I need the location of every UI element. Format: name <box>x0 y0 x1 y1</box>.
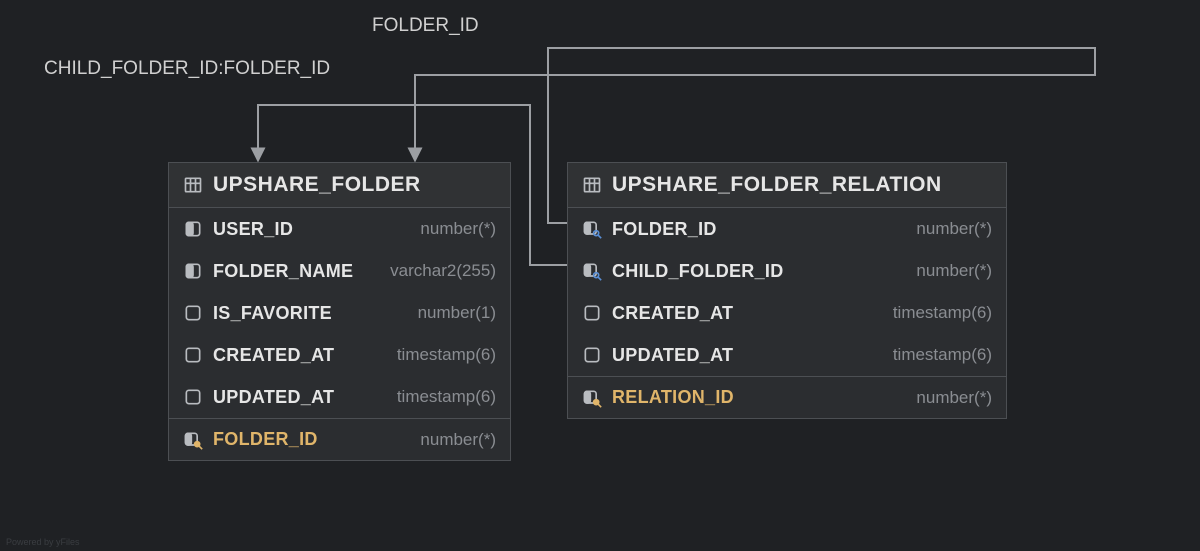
column-row[interactable]: USER_ID number(*) <box>169 208 510 250</box>
column-icon <box>183 303 203 323</box>
column-notnull-icon <box>183 261 203 281</box>
column-notnull-icon <box>183 219 203 239</box>
column-name: FOLDER_ID <box>612 219 717 240</box>
column-type: timestamp(6) <box>893 303 992 323</box>
relationship-label-folder-id: FOLDER_ID <box>372 15 479 37</box>
column-icon <box>183 387 203 407</box>
column-type: timestamp(6) <box>397 387 496 407</box>
column-row-pk[interactable]: RELATION_ID number(*) <box>568 376 1006 418</box>
column-name: RELATION_ID <box>612 387 734 408</box>
table-upshare-folder[interactable]: UPSHARE_FOLDER USER_ID number(*) FOLDER_… <box>168 162 511 461</box>
column-row[interactable]: UPDATED_AT timestamp(6) <box>568 334 1006 376</box>
primary-key-icon <box>183 430 203 450</box>
table-header: UPSHARE_FOLDER <box>169 163 510 208</box>
column-row[interactable]: CREATED_AT timestamp(6) <box>169 334 510 376</box>
column-row[interactable]: IS_FAVORITE number(1) <box>169 292 510 334</box>
column-name: UPDATED_AT <box>213 387 334 408</box>
column-row[interactable]: FOLDER_NAME varchar2(255) <box>169 250 510 292</box>
column-row[interactable]: CREATED_AT timestamp(6) <box>568 292 1006 334</box>
column-name: USER_ID <box>213 219 293 240</box>
table-icon <box>183 175 203 195</box>
column-type: timestamp(6) <box>397 345 496 365</box>
column-type: number(*) <box>420 219 496 239</box>
table-header: UPSHARE_FOLDER_RELATION <box>568 163 1006 208</box>
diagram-canvas: FOLDER_ID CHILD_FOLDER_ID:FOLDER_ID UPSH… <box>0 0 1200 551</box>
column-icon <box>582 303 602 323</box>
column-row-pk[interactable]: FOLDER_ID number(*) <box>169 418 510 460</box>
column-row[interactable]: UPDATED_AT timestamp(6) <box>169 376 510 418</box>
column-type: varchar2(255) <box>390 261 496 281</box>
table-upshare-folder-relation[interactable]: UPSHARE_FOLDER_RELATION FOLDER_ID number… <box>567 162 1007 419</box>
column-name: UPDATED_AT <box>612 345 733 366</box>
column-name: FOLDER_NAME <box>213 261 353 282</box>
table-title: UPSHARE_FOLDER <box>213 173 421 197</box>
table-title: UPSHARE_FOLDER_RELATION <box>612 173 942 197</box>
column-type: number(*) <box>420 430 496 450</box>
column-type: number(*) <box>916 388 992 408</box>
column-row[interactable]: FOLDER_ID number(*) <box>568 208 1006 250</box>
relationship-label-child-folder-id: CHILD_FOLDER_ID:FOLDER_ID <box>44 58 330 80</box>
column-name: FOLDER_ID <box>213 429 318 450</box>
column-name: CREATED_AT <box>213 345 334 366</box>
column-icon <box>582 345 602 365</box>
column-name: CHILD_FOLDER_ID <box>612 261 784 282</box>
column-type: number(1) <box>418 303 496 323</box>
table-icon <box>582 175 602 195</box>
column-type: number(*) <box>916 261 992 281</box>
column-type: number(*) <box>916 219 992 239</box>
column-icon <box>183 345 203 365</box>
column-row[interactable]: CHILD_FOLDER_ID number(*) <box>568 250 1006 292</box>
powered-by-footnote: Powered by yFiles <box>6 537 80 547</box>
column-name: IS_FAVORITE <box>213 303 332 324</box>
column-type: timestamp(6) <box>893 345 992 365</box>
foreign-key-icon <box>582 261 602 281</box>
primary-key-icon <box>582 388 602 408</box>
column-name: CREATED_AT <box>612 303 733 324</box>
foreign-key-icon <box>582 219 602 239</box>
